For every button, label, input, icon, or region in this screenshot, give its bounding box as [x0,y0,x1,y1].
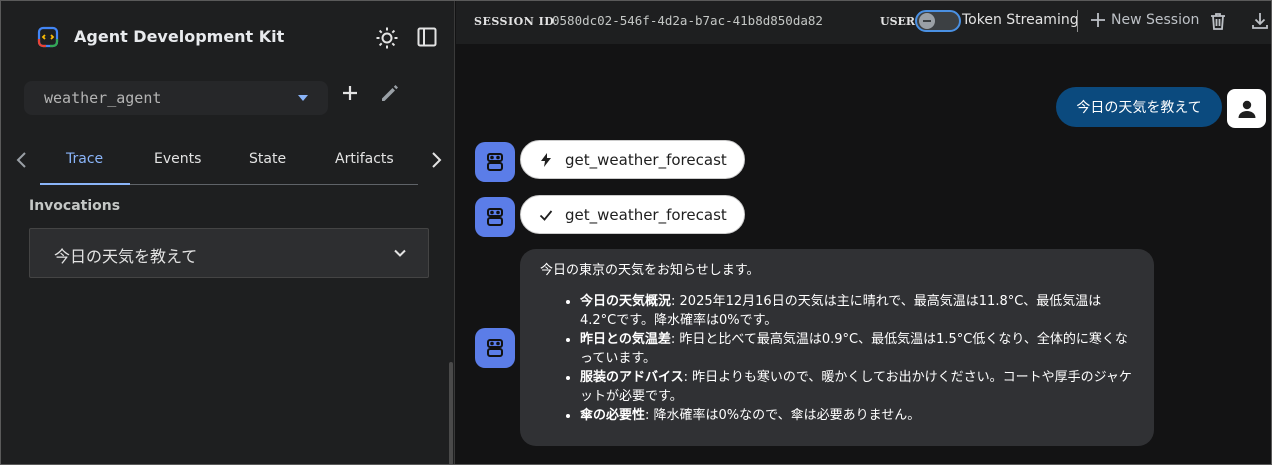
download-icon[interactable] [1250,11,1270,31]
pencil-icon[interactable] [380,83,400,103]
bullet-title: 服装のアドバイス [580,370,684,385]
adk-logo-icon [36,25,60,49]
bolt-icon [541,152,551,167]
bot-message-list: 今日の天気概況: 2025年12月16日の天気は主に晴れで、最高気温は11.8°… [540,292,1136,425]
list-item: 傘の必要性: 降水確率は0%なので、傘は必要ありません。 [580,406,1136,425]
token-streaming-toggle[interactable] [915,10,961,32]
invocation-item[interactable]: 今日の天気を教えて [29,228,429,278]
agent-select[interactable]: weather_agent [24,81,328,115]
user-message-bubble: 今日の天気を教えて [1056,87,1222,127]
bullet-title: 傘の必要性 [580,408,646,423]
session-id-value: 0580dc02-546f-4d2a-b7ac-41b8d850da82 [552,13,823,28]
check-icon [539,209,553,221]
list-item: 今日の天気概況: 2025年12月16日の天気は主に晴れで、最高気温は11.8°… [580,292,1136,330]
toolbar-divider [1077,10,1078,32]
bot-message-bubble: 今日の東京の天気をお知らせします。 今日の天気概況: 2025年12月16日の天… [520,249,1154,446]
function-response-name: get_weather_forecast [565,205,727,224]
sidebar-scrollbar[interactable] [449,362,453,465]
function-response-chip[interactable]: get_weather_forecast [520,195,745,234]
plus-icon[interactable] [339,82,361,104]
bot-avatar-icon [475,142,515,182]
user-message-text: 今日の天気を教えて [1076,100,1202,116]
tab-state[interactable]: State [249,151,286,167]
tab-bar: Trace Events State Artifacts [0,138,455,186]
function-call-chip[interactable]: get_weather_forecast [520,140,745,179]
bot-message-intro: 今日の東京の天気をお知らせします。 [540,263,760,278]
invocation-text: 今日の天気を教えて [54,247,198,266]
invocations-heading: Invocations [29,198,121,214]
session-toolbar: SESSION ID 0580dc02-546f-4d2a-b7ac-41b8d… [456,0,1272,44]
tab-events[interactable]: Events [154,151,201,167]
bot-avatar-icon [475,328,515,368]
new-session-button[interactable]: New Session [1090,12,1199,28]
chevron-right-icon[interactable] [426,150,446,170]
agent-select-value: weather_agent [44,89,162,107]
chevron-down-icon [392,245,408,261]
dropdown-arrow-icon [298,95,308,101]
bullet-title: 今日の天気概況 [580,294,672,309]
token-streaming-label: Token Streaming [962,12,1079,28]
list-item: 服装のアドバイス: 昨日よりも寒いので、暖かくしてお出かけください。コートや厚手… [580,368,1136,406]
new-session-label: New Session [1111,12,1200,28]
user-avatar-icon [1227,89,1266,128]
plus-icon [1091,13,1105,27]
bullet-title: 昨日との気温差 [580,332,671,347]
trash-icon[interactable] [1208,11,1228,31]
app-title: Agent Development Kit [74,27,285,46]
session-id-label: SESSION ID [474,15,555,28]
user-label: USER [880,15,916,28]
sidebar-toggle-icon[interactable] [416,26,438,48]
tab-trace[interactable]: Trace [66,151,103,167]
toggle-knob [919,13,935,29]
sun-icon[interactable] [374,25,400,51]
list-item: 昨日との気温差: 昨日と比べて最高気温は0.9°C、最低気温は1.5°C低くなり… [580,330,1136,368]
bullet-text: : 降水確率は0%なので、傘は必要ありません。 [645,408,921,423]
sidebar: Agent Development Kit weather_agent Trac… [0,0,455,465]
active-tab-indicator [40,183,130,185]
chevron-left-icon[interactable] [12,150,32,170]
function-call-name: get_weather_forecast [565,150,727,169]
tab-artifacts[interactable]: Artifacts [335,151,394,167]
bot-avatar-icon [475,197,515,237]
